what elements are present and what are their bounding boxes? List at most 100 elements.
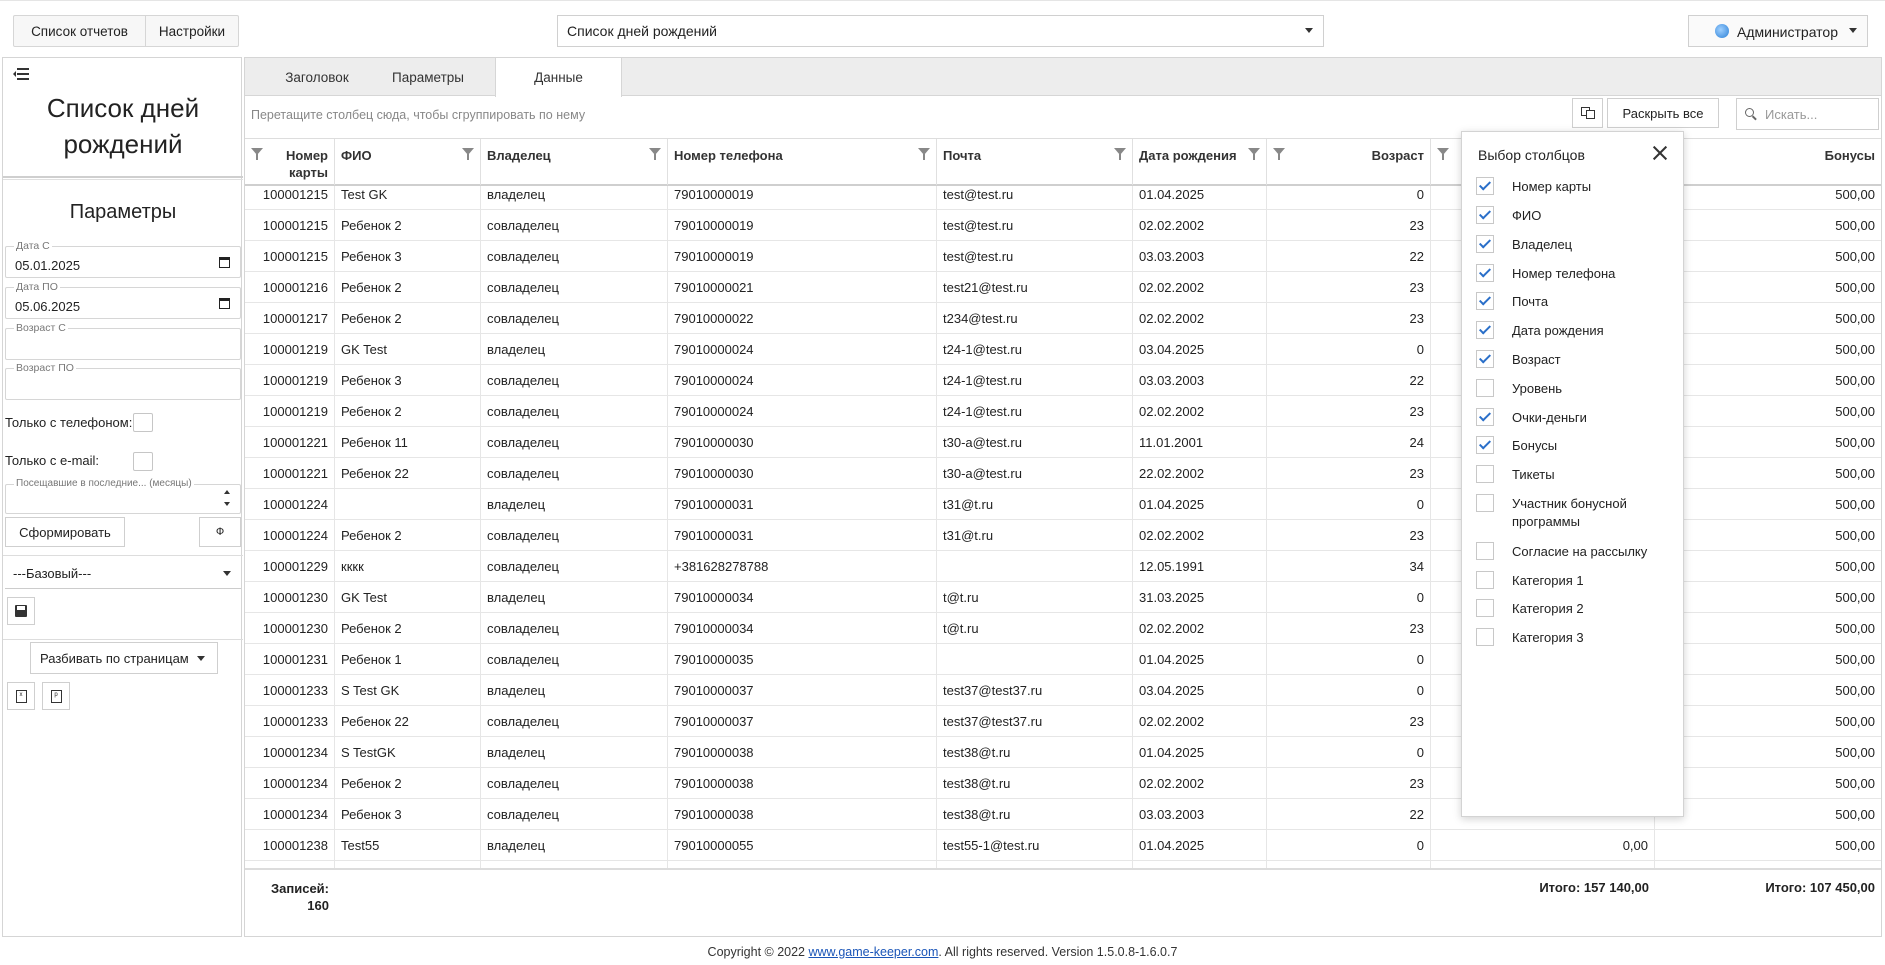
cell-age: 23 <box>1267 396 1431 427</box>
paging-select[interactable]: Разбивать по страницам <box>30 642 218 674</box>
cell-bonus: 500,00 <box>1835 683 1875 698</box>
table-row[interactable]: 100001238 Test55 владелец 79010000055 test55… <box>245 830 1881 861</box>
records-count: Записей: 160 <box>245 880 335 914</box>
column-option-checkbox[interactable] <box>1476 177 1494 195</box>
tab-parameters[interactable]: Параметры <box>373 58 483 96</box>
cell-bonus: 500,00 <box>1835 497 1875 512</box>
spinner-icon[interactable] <box>224 490 232 508</box>
calendar-icon[interactable] <box>219 298 230 309</box>
column-option-label-text: ФИО <box>1512 208 1542 223</box>
page-title-line1: Список дней <box>46 93 200 123</box>
cell-owner: совладелец <box>481 396 668 427</box>
column-option-checkbox[interactable] <box>1476 571 1494 589</box>
column-option-checkbox[interactable] <box>1476 206 1494 224</box>
close-icon[interactable] <box>1652 145 1668 161</box>
filter-icon[interactable] <box>1114 148 1126 160</box>
cell-card: 100001234 <box>245 799 335 830</box>
column-header-card[interactable]: Номер карты <box>245 139 335 185</box>
age-from-field[interactable]: Возраст С <box>5 322 241 360</box>
only-phone-checkbox[interactable] <box>133 413 153 432</box>
checkmark-icon <box>1478 293 1492 306</box>
column-option-checkbox[interactable] <box>1476 436 1494 454</box>
filter-icon[interactable] <box>1437 148 1449 160</box>
column-option-checkbox[interactable] <box>1476 542 1494 560</box>
column-header-bonus[interactable]: Бонусы <box>1655 139 1881 185</box>
column-header-email[interactable]: Почта <box>937 139 1133 185</box>
filter-icon[interactable] <box>251 148 263 160</box>
age-to-label: Возраст ПО <box>14 362 76 374</box>
cell-fio: Ребенок 3 <box>335 365 481 396</box>
company-link[interactable]: www.game-keeper.com <box>808 945 938 959</box>
search-input[interactable]: Искать... <box>1736 98 1879 130</box>
expand-all-button[interactable]: Раскрыть все <box>1607 98 1719 128</box>
cell-phone: 79010000034 <box>668 582 937 613</box>
cell-bonus: 500,00 <box>1835 745 1875 760</box>
cell-email: t234@test.ru <box>937 303 1133 334</box>
user-menu[interactable]: Администратор <box>1688 15 1868 47</box>
cell-age: 0 <box>1267 186 1431 210</box>
filter-icon[interactable] <box>649 148 661 160</box>
cell-owner: совладелец <box>481 768 668 799</box>
column-option-checkbox[interactable] <box>1476 494 1494 512</box>
cell-birth: 01.04.2025 <box>1133 644 1267 675</box>
column-option-checkbox[interactable] <box>1476 628 1494 646</box>
column-option-checkbox[interactable] <box>1476 235 1494 253</box>
cell-birth: 22.02.2002 <box>1133 458 1267 489</box>
column-header-phone[interactable]: Номер телефона <box>668 139 937 185</box>
filter-icon[interactable] <box>1248 148 1260 160</box>
cell-email: t30-a@test.ru <box>937 427 1133 458</box>
column-header-birth[interactable]: Дата рождения <box>1133 139 1267 185</box>
column-option-checkbox[interactable] <box>1476 292 1494 310</box>
export-excel-button[interactable]: x <box>7 682 35 710</box>
column-option-checkbox[interactable] <box>1476 264 1494 282</box>
column-option-label: Тикеты <box>1512 466 1555 484</box>
cell-phone: 79010000024 <box>668 365 937 396</box>
tab-header[interactable]: Заголовок <box>267 58 367 96</box>
settings-button[interactable]: Настройки <box>145 15 239 47</box>
column-chooser-button[interactable] <box>1572 98 1603 128</box>
tab-data[interactable]: Данные <box>495 58 622 97</box>
date-from-field[interactable]: Дата С 05.01.2025 <box>5 240 241 278</box>
column-header-age[interactable]: Возраст <box>1267 139 1431 185</box>
table-row[interactable]: 100001238Ребенок 2совладелец79010000055t… <box>245 861 1881 868</box>
save-button[interactable] <box>7 597 35 625</box>
filter-icon[interactable] <box>462 148 474 160</box>
export-pdf-button[interactable]: p <box>42 682 70 710</box>
filter-icon[interactable] <box>918 148 930 160</box>
column-option-checkbox[interactable] <box>1476 379 1494 397</box>
chevron-down-icon <box>1849 28 1857 33</box>
generate-button[interactable]: Сформировать <box>5 517 125 547</box>
filter-icon[interactable] <box>1273 148 1285 160</box>
report-select[interactable]: Список дней рождений <box>557 15 1324 47</box>
column-option-checkbox[interactable] <box>1476 321 1494 339</box>
column-option-checkbox[interactable] <box>1476 599 1494 617</box>
cell-fio: Ребенок 2 <box>335 396 481 427</box>
preset-select[interactable]: ---Базовый--- <box>5 559 241 589</box>
group-panel-hint[interactable]: Перетащите столбец сюда, чтобы сгруппиро… <box>251 108 585 122</box>
cell-email: t24-1@test.ru <box>937 334 1133 365</box>
calendar-icon[interactable] <box>219 257 230 268</box>
only-email-checkbox[interactable] <box>133 452 153 471</box>
chevron-down-icon <box>1305 28 1313 33</box>
cell-card: 100001219 <box>245 396 335 427</box>
column-option-checkbox[interactable] <box>1476 350 1494 368</box>
date-to-field[interactable]: Дата ПО 05.06.2025 <box>5 281 241 319</box>
column-option-checkbox[interactable] <box>1476 465 1494 483</box>
column-option-checkbox[interactable] <box>1476 408 1494 426</box>
cell-phone: 79010000037 <box>668 706 937 737</box>
cell-card: 100001238 <box>245 861 335 868</box>
reports-list-button[interactable]: Список отчетов <box>13 15 146 47</box>
column-header-fio[interactable]: ФИО <box>335 139 481 185</box>
cell-fio: Ребенок 11 <box>335 427 481 458</box>
date-to-label: Дата ПО <box>14 281 60 293</box>
f-button[interactable]: Ф <box>199 517 241 547</box>
cell-bonus: 500,00 <box>1835 249 1875 264</box>
collapse-menu-icon[interactable] <box>13 68 29 80</box>
cell-owner: совладелец <box>481 613 668 644</box>
visits-months-field[interactable]: Посещавшие в последние... (месяцы) <box>5 478 241 514</box>
column-header-owner[interactable]: Владелец <box>481 139 668 185</box>
cell-phone: 79010000038 <box>668 737 937 768</box>
column-option-label-text: Возраст <box>1512 352 1561 367</box>
cell-bonus: 500,00 <box>1835 807 1875 822</box>
age-to-field[interactable]: Возраст ПО <box>5 362 241 400</box>
